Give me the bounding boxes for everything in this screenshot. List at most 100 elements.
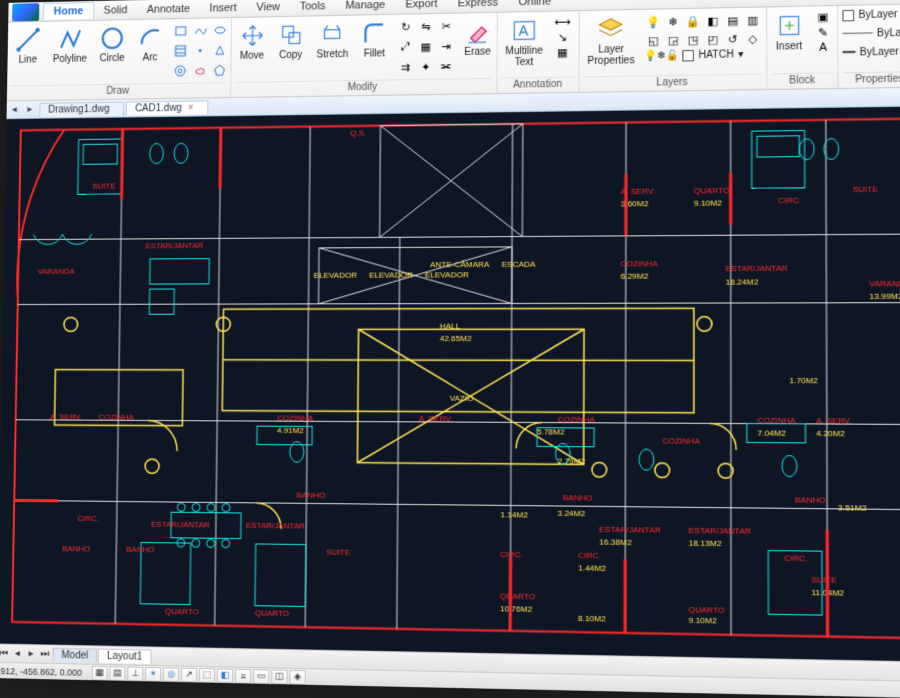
- rect-icon[interactable]: [172, 22, 190, 40]
- svg-text:18.13M2: 18.13M2: [689, 539, 723, 549]
- arc-button[interactable]: Arc: [133, 22, 167, 65]
- erase-button[interactable]: Erase: [460, 16, 495, 60]
- layer-more1-icon[interactable]: ▤: [723, 11, 742, 30]
- layer-on-icon[interactable]: ◳: [684, 30, 703, 49]
- svg-text:BANHO: BANHO: [126, 545, 154, 554]
- menu-tab-manage[interactable]: Manage: [335, 0, 395, 13]
- file-tab-cad1[interactable]: CAD1.dwg×: [126, 100, 208, 115]
- layout-prev-button[interactable]: ◂: [10, 648, 24, 659]
- svg-text:ESTAR/JANTAR: ESTAR/JANTAR: [599, 525, 661, 535]
- region-icon[interactable]: [211, 41, 229, 59]
- offset-icon[interactable]: ⇉: [396, 58, 414, 77]
- svg-text:CIRC.: CIRC.: [778, 196, 801, 206]
- file-tab-drawing1[interactable]: Drawing1.dwg: [39, 101, 124, 116]
- layout-first-button[interactable]: ⏮: [0, 648, 11, 659]
- svg-text:ELEVADOR: ELEVADOR: [425, 271, 469, 280]
- lineweight-dropdown[interactable]: ━━ ByLayer: [843, 46, 900, 59]
- donut-icon[interactable]: [171, 62, 189, 80]
- fillet-button[interactable]: Fillet: [357, 18, 392, 62]
- stretch-button[interactable]: Stretch: [312, 19, 352, 63]
- revision-icon[interactable]: [191, 61, 209, 79]
- layout-tab-layout1[interactable]: Layout1: [98, 648, 151, 663]
- drawing-canvas[interactable]: SUITE VARANDA ESTAR/JANTAR A. SERV. COZI…: [0, 107, 900, 662]
- menu-tab-annotate[interactable]: Annotate: [137, 0, 200, 17]
- color-dropdown[interactable]: ByLayer: [842, 9, 900, 22]
- snap-toggle[interactable]: ▦: [92, 665, 108, 680]
- svg-text:COZINHA: COZINHA: [757, 416, 796, 426]
- svg-text:ESTAR/JANTAR: ESTAR/JANTAR: [145, 242, 203, 251]
- hatch-icon[interactable]: [172, 42, 190, 60]
- array-icon[interactable]: ▦: [417, 37, 435, 56]
- layout-tab-model[interactable]: Model: [53, 647, 98, 662]
- layer-color-icon[interactable]: ◧: [703, 11, 722, 30]
- tpy-toggle[interactable]: ▭: [253, 669, 269, 684]
- mirror-icon[interactable]: ⇋: [417, 17, 435, 36]
- circle-button[interactable]: Circle: [95, 23, 129, 66]
- menu-tab-home[interactable]: Home: [43, 2, 94, 20]
- leader-icon[interactable]: ↘: [552, 30, 573, 45]
- app-window: Home Solid Annotate Insert View Tools Ma…: [0, 0, 900, 698]
- menu-tab-insert[interactable]: Insert: [200, 0, 247, 16]
- extend-icon[interactable]: ⇥: [437, 37, 455, 56]
- block-create-icon[interactable]: ▣: [812, 9, 833, 24]
- menu-tab-express[interactable]: Express: [448, 0, 509, 11]
- layer-off-icon[interactable]: ◲: [664, 31, 683, 50]
- polygon-icon[interactable]: [211, 61, 229, 79]
- polar-toggle[interactable]: ✶: [145, 666, 161, 681]
- line-button[interactable]: Line: [11, 25, 44, 68]
- qp-toggle[interactable]: ◫: [271, 669, 287, 684]
- tab-next-button[interactable]: ▸: [22, 104, 38, 115]
- layer-prev-icon[interactable]: ↺: [723, 30, 742, 49]
- sc-toggle[interactable]: ◈: [290, 669, 306, 684]
- grid-toggle[interactable]: ▤: [109, 666, 125, 681]
- menu-tab-export[interactable]: Export: [395, 0, 447, 12]
- block-edit-icon[interactable]: ✎: [812, 25, 833, 40]
- linetype-dropdown[interactable]: ──── ByLayer: [842, 27, 900, 40]
- layout-next-button[interactable]: ▸: [24, 648, 38, 659]
- layer-match-icon[interactable]: ◰: [703, 30, 722, 49]
- dyn-toggle[interactable]: ◧: [217, 668, 233, 683]
- multiline-text-button[interactable]: A Multiline Text: [501, 15, 547, 71]
- ellipse-icon[interactable]: [211, 21, 229, 39]
- point-icon[interactable]: [191, 41, 209, 59]
- lwt-toggle[interactable]: ≡: [235, 668, 251, 683]
- join-icon[interactable]: ⫘: [437, 57, 455, 76]
- insert-button[interactable]: Insert: [771, 10, 807, 55]
- panel-annotation: A Multiline Text ⟷ ↘ ▦ Annotation: [497, 11, 579, 93]
- menu-tab-online[interactable]: Online: [508, 0, 561, 10]
- layer-iso-icon[interactable]: ◱: [644, 31, 663, 50]
- ortho-toggle[interactable]: ⊥: [127, 666, 143, 681]
- table-icon[interactable]: ▦: [552, 45, 573, 60]
- spline-icon[interactable]: [191, 21, 209, 39]
- layer-walk-icon[interactable]: ◇: [743, 29, 762, 48]
- menu-tab-solid[interactable]: Solid: [94, 2, 137, 19]
- layout-last-button[interactable]: ⏭: [38, 648, 52, 659]
- layer-freeze-icon[interactable]: ❄: [664, 12, 683, 31]
- rotate-icon[interactable]: ↻: [397, 17, 415, 36]
- circle-icon: [99, 25, 125, 51]
- dim-linear-icon[interactable]: ⟷: [552, 14, 573, 29]
- layer-more2-icon[interactable]: ▥: [743, 11, 762, 30]
- close-tab-icon[interactable]: ×: [188, 102, 194, 113]
- copy-button[interactable]: Copy: [274, 20, 308, 64]
- svg-text:1.14M2: 1.14M2: [500, 511, 528, 521]
- layer-state-icon[interactable]: 💡: [644, 13, 663, 32]
- layer-properties-button[interactable]: Layer Properties: [583, 13, 639, 69]
- move-button[interactable]: Move: [235, 20, 269, 64]
- tab-prev-button[interactable]: ◂: [7, 104, 23, 115]
- menu-tab-view[interactable]: View: [246, 0, 289, 15]
- panel-block: Insert ▣ ✎ A Block: [767, 6, 839, 89]
- trim-icon[interactable]: ✂: [437, 17, 455, 36]
- polyline-icon: [57, 26, 83, 52]
- explode-icon[interactable]: ✦: [417, 58, 435, 77]
- layer-lock-icon[interactable]: 🔒: [684, 12, 703, 31]
- polyline-button[interactable]: Polyline: [49, 24, 91, 67]
- current-layer-dropdown[interactable]: 💡❄🔓 HATCH ▾: [644, 49, 762, 62]
- svg-text:16.38M2: 16.38M2: [599, 538, 632, 548]
- scale-icon[interactable]: ⤢: [396, 38, 414, 57]
- osnap-toggle[interactable]: ◎: [163, 667, 179, 682]
- svg-text:3.51M2: 3.51M2: [838, 504, 867, 514]
- menu-tab-tools[interactable]: Tools: [290, 0, 336, 14]
- svg-text:QUARTO: QUARTO: [255, 609, 289, 619]
- block-attr-icon[interactable]: A: [812, 40, 833, 55]
